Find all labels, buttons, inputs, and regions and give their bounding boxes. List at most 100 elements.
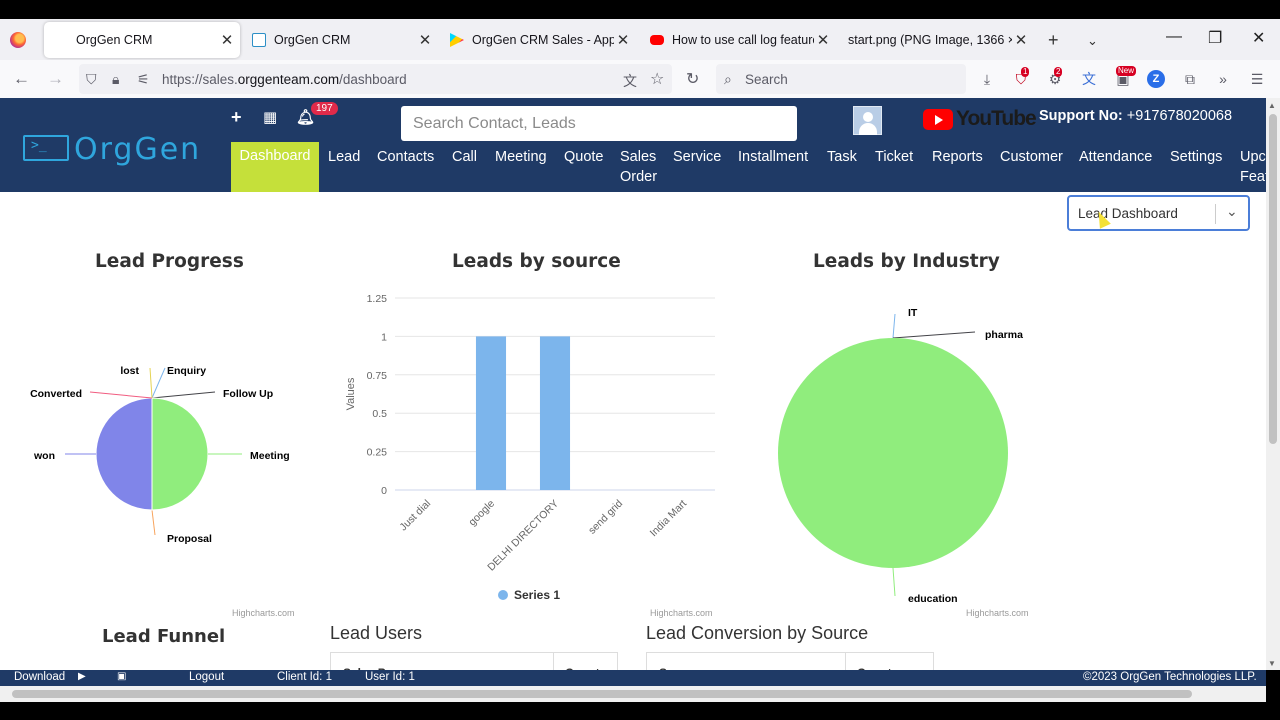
browser-tab-orggen-active[interactable]: OrgGen CRM ✕ [44, 22, 240, 58]
pie-connector [151, 391, 216, 399]
leads-by-industry-pie-chart: IT pharma education [778, 307, 1023, 605]
zoom-extension-icon[interactable]: Z [1147, 70, 1165, 88]
url-prefix: https://sales. [162, 72, 238, 87]
menu-customer[interactable]: Customer [1000, 147, 1063, 167]
forward-arrow-icon[interactable]: → [47, 69, 64, 89]
menu-task[interactable]: Task [827, 147, 857, 167]
y-tick-label: 1 [381, 331, 387, 343]
pie-connector [892, 331, 976, 339]
lead-users-title: Lead Users [330, 623, 423, 643]
menu-settings[interactable]: Settings [1170, 147, 1222, 167]
close-tab-icon[interactable]: ✕ [218, 31, 236, 49]
horizontal-scrollbar-thumb[interactable] [12, 690, 1192, 698]
x-tick-label: DELHI DIRECTORY [485, 498, 561, 574]
menu-meeting[interactable]: Meeting [495, 147, 547, 167]
hamburger-menu-icon[interactable]: ☰ [1248, 70, 1266, 88]
close-window-icon[interactable]: ✕ [1252, 28, 1265, 48]
y-tick-label: 0.75 [367, 370, 388, 382]
restore-icon[interactable]: ❐ [1208, 28, 1222, 48]
menu-lead[interactable]: Lead [328, 147, 360, 167]
menu-upcoming-features[interactable]: Upc [1240, 147, 1266, 167]
notification-badge: 197 [311, 102, 338, 115]
reload-icon[interactable]: ↻ [686, 69, 699, 89]
tab-title: OrgGen CRM [274, 33, 351, 47]
menu-upcoming-features-line2[interactable]: Feat [1240, 167, 1269, 187]
menu-installment[interactable]: Installment [738, 147, 808, 167]
bar-google [475, 336, 507, 490]
youtube-logo[interactable]: YouTube [923, 107, 1037, 131]
horizontal-scrollbar[interactable] [0, 686, 1266, 702]
app-store-icon[interactable]: ▣ [117, 671, 126, 682]
lock-icon[interactable]: 🔒︎ [112, 71, 119, 88]
shield-icon[interactable]: ⛉ [86, 71, 97, 88]
pie-label-follow-up: Follow Up [223, 388, 273, 400]
logout-link[interactable]: Logout [189, 671, 224, 683]
translate-extension-icon[interactable]: 文 [1080, 70, 1098, 88]
menu-call[interactable]: Call [452, 147, 477, 167]
google-play-icon [450, 33, 464, 47]
translate-icon[interactable]: 文 [623, 71, 637, 91]
client-id: Client Id: 1 [277, 671, 332, 683]
pie-connector [89, 391, 153, 399]
select-divider [1215, 204, 1216, 224]
chart-credit[interactable]: Highcharts.com [966, 608, 1029, 618]
pie-label-enquiry: Enquiry [167, 365, 206, 377]
menu-sales-order-line2[interactable]: Order [620, 167, 657, 187]
menu-reports[interactable]: Reports [932, 147, 983, 167]
legend-label: Series 1 [514, 588, 560, 602]
close-tab-icon[interactable]: ✕ [416, 31, 434, 49]
back-arrow-icon[interactable]: ← [13, 69, 30, 89]
x-tick-label: google [466, 498, 497, 529]
chart-credit[interactable]: Highcharts.com [650, 608, 713, 618]
add-icon[interactable]: + [231, 107, 242, 128]
browser-tab-play-store[interactable]: OrgGen CRM Sales - Apps on ✕ [440, 22, 636, 58]
menu-ticket[interactable]: Ticket [875, 147, 913, 167]
menu-attendance[interactable]: Attendance [1079, 147, 1152, 167]
logo-glyph: >_ [31, 138, 47, 153]
close-tab-icon[interactable]: ✕ [614, 31, 632, 49]
vertical-scrollbar[interactable] [1266, 98, 1280, 670]
url-text[interactable]: https://sales.orggenteam.com/dashboard [162, 72, 407, 87]
downloads-icon[interactable]: ⤓ [978, 70, 996, 88]
browser-tab-orggen[interactable]: OrgGen CRM ✕ [242, 22, 438, 58]
chart-credit[interactable]: Highcharts.com [232, 608, 295, 618]
user-avatar[interactable] [853, 106, 882, 135]
youtube-play-icon [923, 108, 953, 130]
tab-title: start.png (PNG Image, 1366 × 768 [848, 33, 1012, 47]
logo-mark: >_ [23, 135, 69, 161]
menu-contacts[interactable]: Contacts [377, 147, 434, 167]
close-tab-icon[interactable]: ✕ [814, 31, 832, 49]
tab-list-chevron-icon[interactable]: ⌄ [1087, 33, 1098, 49]
browser-tab-youtube[interactable]: How to use call log feature a ✕ [640, 22, 836, 58]
download-link[interactable]: Download [14, 671, 65, 683]
y-tick-label: 0.25 [367, 447, 388, 459]
y-tick-label: 0 [381, 485, 387, 497]
menu-dashboard[interactable]: Dashboard [231, 142, 319, 192]
overflow-chevron-icon[interactable]: » [1214, 70, 1232, 88]
play-store-icon[interactable]: ▶ [78, 671, 86, 682]
firefox-menu-icon[interactable] [10, 32, 26, 48]
extension-badge: New [1116, 66, 1137, 76]
minimize-icon[interactable]: — [1166, 28, 1182, 46]
browser-tab-image[interactable]: start.png (PNG Image, 1366 × 768 ✕ [838, 22, 1034, 58]
pie-slice-won [95, 397, 153, 511]
user-id: User Id: 1 [365, 671, 415, 683]
screen-top-border [0, 0, 1280, 19]
extensions-puzzle-icon[interactable]: ⧉ [1181, 70, 1199, 88]
contact-lead-search-input[interactable] [401, 106, 797, 141]
pie-label-converted: Converted [30, 388, 82, 400]
bookmark-star-icon[interactable]: ☆ [650, 69, 664, 89]
menu-quote[interactable]: Quote [564, 147, 604, 167]
vertical-scrollbar-thumb[interactable] [1269, 114, 1277, 444]
new-tab-icon[interactable]: + [1048, 30, 1059, 51]
permissions-icon[interactable]: ⚟ [137, 71, 150, 88]
legend-swatch [498, 590, 508, 600]
menu-sales-order[interactable]: Sales [620, 147, 656, 167]
app-logo[interactable]: OrgGen [74, 132, 201, 167]
calendar-icon[interactable]: ▦ [263, 108, 277, 126]
scroll-down-arrow-icon[interactable]: ▼ [1268, 659, 1276, 668]
scroll-up-arrow-icon[interactable]: ▲ [1268, 101, 1276, 110]
lead-conversion-title: Lead Conversion by Source [646, 623, 869, 643]
close-tab-icon[interactable]: ✕ [1012, 31, 1030, 49]
menu-service[interactable]: Service [673, 147, 721, 167]
